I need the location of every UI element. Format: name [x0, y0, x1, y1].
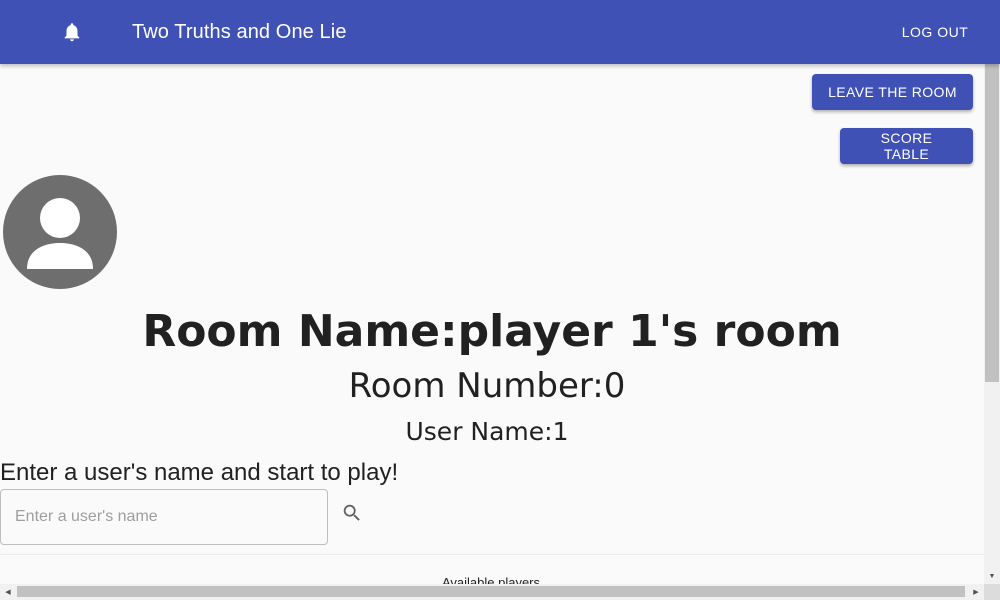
logout-button[interactable]: LOG OUT	[888, 16, 982, 48]
score-table-button[interactable]: SCORE TABLE	[840, 128, 973, 164]
scrollbar-corner	[984, 584, 1000, 600]
vertical-scrollbar[interactable]: ▼	[984, 64, 1000, 584]
bell-icon[interactable]	[58, 18, 86, 46]
leave-room-button[interactable]: LEAVE THE ROOM	[812, 74, 973, 110]
person-icon	[27, 198, 93, 269]
horizontal-scrollbar-thumb[interactable]	[17, 586, 965, 597]
horizontal-scrollbar[interactable]: ◀ ▶	[0, 584, 984, 600]
room-number: Room Number:0	[348, 366, 626, 406]
scroll-down-arrow-icon[interactable]: ▼	[984, 568, 1000, 584]
bell-icon-graphic	[64, 23, 80, 42]
search-icon-graphic	[343, 504, 360, 521]
scroll-left-arrow-icon[interactable]: ◀	[0, 584, 16, 600]
vertical-scrollbar-thumb[interactable]	[985, 64, 999, 382]
app-title: Two Truths and One Lie	[132, 21, 347, 43]
search-input[interactable]	[1, 490, 327, 544]
room-name-heading: Room Name:player 1's room	[142, 306, 842, 357]
user-name: User Name:1	[405, 417, 569, 446]
search-icon[interactable]	[336, 497, 368, 529]
app-bar: Two Truths and One Lie LOG OUT	[0, 0, 1000, 64]
search-prompt: Enter a user's name and start to play!	[0, 459, 399, 486]
avatar	[3, 175, 117, 289]
scroll-right-arrow-icon[interactable]: ▶	[968, 584, 984, 600]
divider	[0, 554, 984, 555]
search-field-container	[0, 489, 328, 545]
